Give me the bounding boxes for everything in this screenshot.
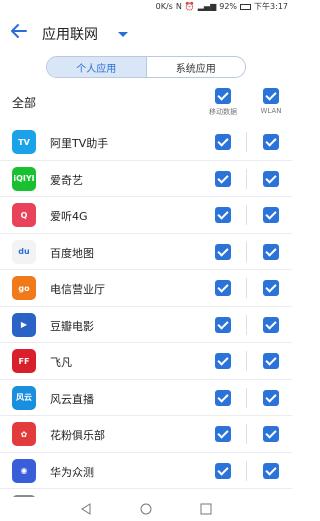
app-row: du 百度地图 — [0, 234, 292, 270]
battery-percent: 92% — [219, 2, 238, 11]
app-row: TV 阿里TV助手 — [0, 124, 292, 161]
app-name: 百度地图 — [50, 246, 94, 260]
app-row: iQIYI 爱奇艺 — [0, 161, 292, 197]
app-name: 豆瓣电影 — [50, 319, 94, 333]
baidu-map-icon: du — [12, 239, 36, 264]
wlan-label: WLAN — [260, 107, 282, 115]
column-divider — [246, 132, 247, 152]
title-dropdown[interactable]: 应用联网 — [42, 24, 128, 44]
app-row: Q 爱听4G — [0, 197, 292, 234]
app-list: TV 阿里TV助手 iQIYI 爱奇艺 Q 爱听4G du 百度地图 go 电信营业厅 ▶ 豆瓣电影 F… — [0, 124, 292, 521]
app-bar: 应用联网 — [0, 14, 292, 54]
alarm-icon: ⏰ — [184, 2, 195, 11]
column-divider — [246, 424, 247, 444]
app-name: 阿里TV助手 — [50, 137, 109, 150]
app-row: ✿ 花粉俱乐部 — [0, 416, 292, 453]
nfc-icon: N — [175, 2, 182, 11]
app-type-tabs: 个人应用 系统应用 — [46, 56, 246, 78]
mobile-data-checkbox[interactable] — [215, 207, 231, 223]
feifan-icon: FF — [12, 349, 36, 373]
mobile-data-checkbox[interactable] — [215, 389, 231, 406]
nav-recent-icon[interactable] — [200, 503, 212, 515]
column-divider — [246, 168, 247, 189]
column-divider — [246, 460, 247, 481]
select-all-row: 全部 移动数据 WLAN — [0, 84, 292, 118]
battery-icon — [240, 3, 252, 10]
douban-movie-icon: ▶ — [12, 312, 36, 337]
wlan-checkbox[interactable] — [263, 353, 279, 369]
app-name: 花粉俱乐部 — [50, 429, 105, 442]
clock: 下午3:17 — [254, 2, 288, 11]
iqiyi-icon: iQIYI — [12, 166, 36, 191]
aliyun-tv-icon: TV — [12, 130, 36, 154]
huawei-test-icon: ◉ — [12, 458, 36, 483]
app-name: 华为众测 — [50, 465, 94, 479]
aiting-icon: Q — [12, 203, 36, 227]
navigation-bar — [0, 497, 292, 521]
app-row: go 电信营业厅 — [0, 270, 292, 307]
column-divider — [246, 351, 247, 371]
telecom-icon: go — [12, 276, 36, 300]
app-row: 风云 风云直播 — [0, 380, 292, 416]
network-speed: 0K/s — [155, 2, 173, 11]
fengyun-icon: 风云 — [12, 385, 36, 410]
wlan-checkbox[interactable] — [263, 316, 279, 333]
select-all-label: 全部 — [12, 96, 37, 110]
signal-icon: ▂▄▆ — [197, 2, 217, 11]
nav-back-icon[interactable] — [80, 503, 92, 515]
wlan-checkbox[interactable] — [263, 280, 279, 296]
tab-system-apps[interactable]: 系统应用 — [145, 57, 246, 77]
mobile-data-column: 移动数据 — [205, 88, 241, 117]
status-bar: 0K/s N ⏰ ▂▄▆ 92% 下午3:17 — [0, 0, 292, 12]
app-name: 电信营业厅 — [50, 283, 105, 296]
column-divider — [246, 314, 247, 335]
column-divider — [246, 387, 247, 408]
all-mobile-data-checkbox[interactable] — [215, 88, 231, 104]
app-name: 爱听4G — [50, 210, 88, 223]
page-title: 应用联网 — [42, 27, 98, 43]
mobile-data-checkbox[interactable] — [215, 170, 231, 187]
app-row: ▶ 豆瓣电影 — [0, 307, 292, 343]
mobile-data-checkbox[interactable] — [215, 353, 231, 369]
wlan-checkbox[interactable] — [263, 207, 279, 223]
wlan-checkbox[interactable] — [263, 170, 279, 187]
huafen-icon: ✿ — [12, 422, 36, 446]
mobile-data-checkbox[interactable] — [215, 316, 231, 333]
app-name: 飞凡 — [50, 356, 72, 369]
mobile-data-checkbox[interactable] — [215, 134, 231, 150]
app-name: 风云直播 — [50, 392, 94, 406]
mobile-data-checkbox[interactable] — [215, 462, 231, 479]
tab-personal-apps[interactable]: 个人应用 — [47, 57, 146, 77]
wlan-column: WLAN — [256, 88, 286, 115]
mobile-data-checkbox[interactable] — [215, 426, 231, 442]
wlan-checkbox[interactable] — [263, 389, 279, 406]
mobile-data-label: 移动数据 — [209, 108, 237, 116]
wlan-checkbox[interactable] — [263, 426, 279, 442]
status-icons: 0K/s N ⏰ ▂▄▆ 92% 下午3:17 — [156, 1, 288, 12]
back-arrow-icon[interactable] — [10, 22, 28, 40]
column-divider — [246, 241, 247, 262]
wlan-checkbox[interactable] — [263, 462, 279, 479]
mobile-data-checkbox[interactable] — [215, 280, 231, 296]
wlan-checkbox[interactable] — [263, 243, 279, 260]
all-wlan-checkbox[interactable] — [263, 88, 279, 104]
mobile-data-checkbox[interactable] — [215, 243, 231, 260]
column-divider — [246, 205, 247, 225]
app-row: ◉ 华为众测 — [0, 453, 292, 489]
app-row: FF 飞凡 — [0, 343, 292, 380]
column-divider — [246, 278, 247, 298]
app-name: 爱奇艺 — [50, 173, 83, 187]
wlan-checkbox[interactable] — [263, 134, 279, 150]
nav-home-icon[interactable] — [140, 503, 152, 515]
caret-down-icon — [118, 31, 128, 37]
